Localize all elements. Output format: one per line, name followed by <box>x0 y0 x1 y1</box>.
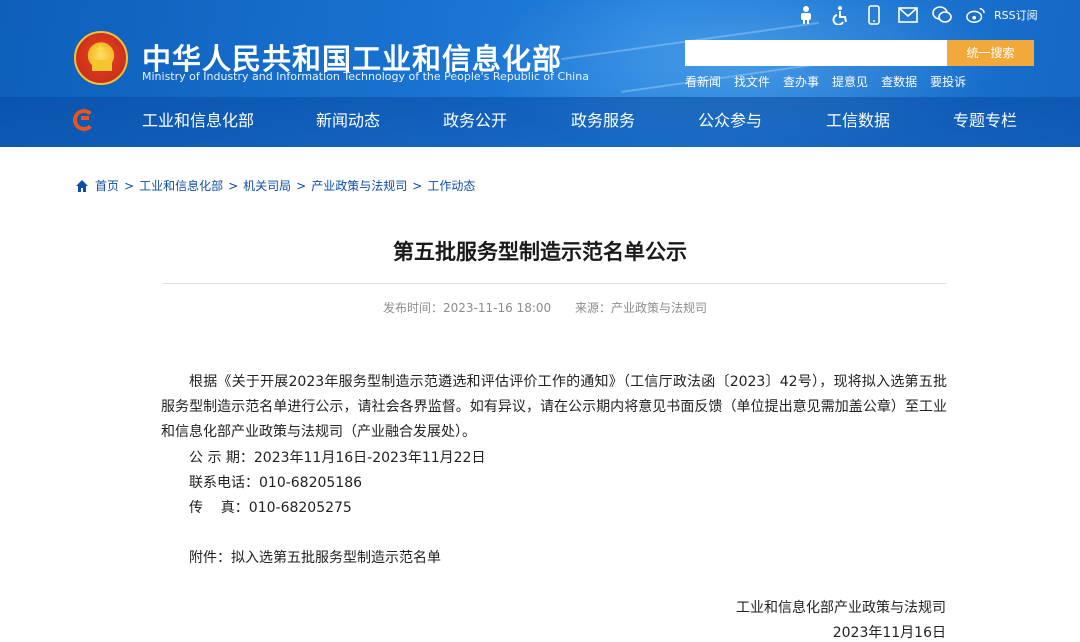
quick-link-news[interactable]: 看新闻 <box>685 73 721 90</box>
nav-item-public-participation[interactable]: 公众参与 <box>698 97 762 147</box>
accessibility-icon[interactable] <box>830 5 850 25</box>
article-paragraph: 根据《关于开展2023年服务型制造示范遴选和评估评价工作的通知》（工信厅政法函〔… <box>161 374 947 440</box>
breadcrumb-policy-dept[interactable]: 产业政策与法规司 <box>311 177 407 194</box>
site-subtitle: Ministry of Industry and Information Tec… <box>142 70 589 83</box>
title-divider <box>163 283 946 284</box>
mobile-icon[interactable] <box>864 5 884 25</box>
breadcrumb-separator: > <box>412 178 423 193</box>
quick-link-feedback[interactable]: 提意见 <box>832 73 868 90</box>
signature-org: 工业和信息化部产业政策与法规司 <box>736 600 946 616</box>
breadcrumb-work-news[interactable]: 工作动态 <box>427 177 475 194</box>
article-body: 根据《关于开展2023年服务型制造示范遴选和评估评价工作的通知》（工信厅政法函〔… <box>161 370 947 445</box>
national-emblem-icon[interactable]: ★ <box>74 31 128 85</box>
article-source: 来源：产业政策与法规司 <box>574 301 707 315</box>
quick-link-data[interactable]: 查数据 <box>881 73 917 90</box>
robot-icon[interactable] <box>796 5 816 25</box>
nav-item-news[interactable]: 新闻动态 <box>316 97 380 147</box>
quick-link-complaint[interactable]: 要投诉 <box>930 73 966 90</box>
nav-item-ministry[interactable]: 工业和信息化部 <box>142 97 254 147</box>
top-utility-icons: RSS订阅 <box>796 4 1038 26</box>
contact-phone: 联系电话：010-68205186 <box>189 475 363 491</box>
rss-subscribe-link[interactable]: RSS订阅 <box>994 7 1038 23</box>
quick-link-services[interactable]: 查办事 <box>783 73 819 90</box>
breadcrumb-home[interactable]: 首页 <box>95 177 119 194</box>
nav-item-data[interactable]: 工信数据 <box>826 97 890 147</box>
nav-item-gov-services[interactable]: 政务服务 <box>571 97 635 147</box>
main-nav: 工业和信息化部 新闻动态 政务公开 政务服务 公众参与 工信数据 专题专栏 <box>0 97 1080 147</box>
mail-icon[interactable] <box>898 5 918 25</box>
breadcrumb-separator: > <box>296 178 307 193</box>
search-input[interactable] <box>685 40 947 66</box>
breadcrumb-departments[interactable]: 机关司局 <box>243 177 291 194</box>
wechat-icon[interactable] <box>932 5 952 25</box>
quick-link-documents[interactable]: 找文件 <box>734 73 770 90</box>
weibo-icon[interactable] <box>966 5 986 25</box>
publish-time: 发布时间：2023-11-16 18:00 <box>383 301 552 315</box>
article-meta: 发布时间：2023-11-16 18:00 来源：产业政策与法规司 <box>0 299 1080 316</box>
contact-fax: 传 真：010-68205275 <box>189 500 352 516</box>
unified-search-button[interactable]: 统一搜索 <box>947 40 1034 66</box>
breadcrumb-separator: > <box>124 178 135 193</box>
article-title: 第五批服务型制造示范名单公示 <box>393 240 687 264</box>
miit-logo-icon[interactable] <box>73 109 95 131</box>
breadcrumb-ministry[interactable]: 工业和信息化部 <box>139 177 223 194</box>
breadcrumb-separator: > <box>228 178 239 193</box>
home-icon <box>76 179 88 192</box>
site-header: ★ 中华人民共和国工业和信息化部 Ministry of Industry an… <box>0 0 1080 147</box>
signature-date: 2023年11月16日 <box>832 625 946 641</box>
nav-item-government-affairs[interactable]: 政务公开 <box>443 97 507 147</box>
nav-item-special-topics[interactable]: 专题专栏 <box>953 97 1017 147</box>
attachment-link[interactable]: 附件：拟入选第五批服务型制造示范名单 <box>189 547 441 567</box>
notice-period: 公 示 期：2023年11月16日-2023年11月22日 <box>189 450 486 466</box>
breadcrumb: 首页 > 工业和信息化部 > 机关司局 > 产业政策与法规司 > 工作动态 <box>75 177 475 194</box>
quick-links: 看新闻 找文件 查办事 提意见 查数据 要投诉 <box>685 73 979 90</box>
